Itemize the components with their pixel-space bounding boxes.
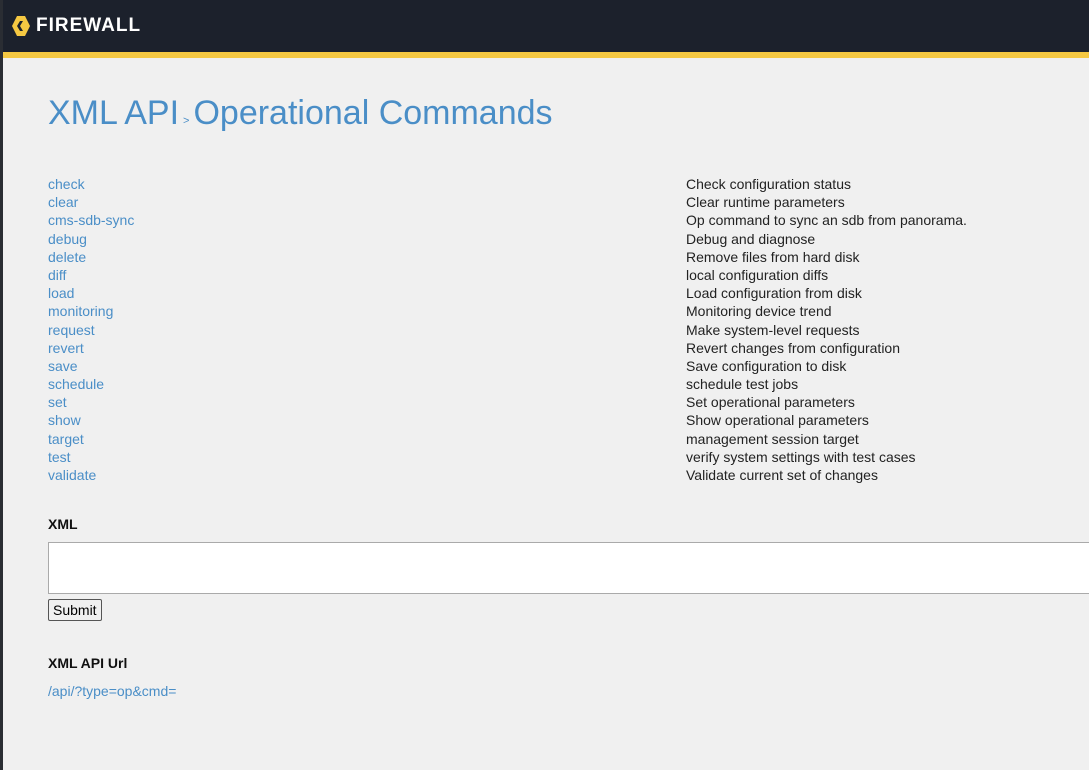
command-row: test verify system settings with test cas…: [48, 448, 1089, 466]
xml-input[interactable]: [48, 542, 1089, 595]
command-description: Remove files from hard disk: [686, 248, 860, 265]
command-description: Save configuration to disk: [686, 357, 847, 374]
command-link[interactable]: check: [48, 175, 686, 193]
command-description: Revert changes from configuration: [686, 339, 900, 356]
command-link[interactable]: set: [48, 393, 686, 411]
firewall-logo-icon: [12, 16, 30, 36]
command-row: set Set operational parameters: [48, 393, 1089, 411]
command-link[interactable]: revert: [48, 339, 686, 357]
command-link[interactable]: validate: [48, 466, 686, 484]
command-row: clear Clear runtime parameters: [48, 193, 1089, 211]
command-description: Monitoring device trend: [686, 303, 832, 320]
command-description: verify system settings with test cases: [686, 448, 916, 465]
breadcrumb-current: Operational Commands: [193, 94, 553, 132]
top-bar: FIREWALL: [3, 0, 1089, 58]
command-row: revert Revert changes from configuration: [48, 339, 1089, 357]
command-row: check Check configuration status: [48, 175, 1089, 193]
command-row: schedule schedule test jobs: [48, 375, 1089, 393]
breadcrumb-root[interactable]: XML API: [48, 94, 179, 132]
breadcrumb-separator: >: [183, 115, 190, 127]
xml-api-url-link[interactable]: /api/?type=op&cmd=: [48, 683, 1089, 699]
command-description: Check configuration status: [686, 176, 851, 192]
command-row: monitoring Monitoring device trend: [48, 302, 1089, 320]
command-link[interactable]: monitoring: [48, 302, 686, 320]
xml-label: XML: [48, 516, 78, 533]
command-row: request Make system-level requests: [48, 321, 1089, 339]
command-link[interactable]: diff: [48, 266, 686, 284]
command-row: cms-sdb-sync Op command to sync an sdb fr…: [48, 211, 1089, 229]
command-link[interactable]: clear: [48, 193, 686, 211]
command-row: validate Validate current set of changes: [48, 466, 1089, 484]
command-description: schedule test jobs: [686, 376, 799, 393]
command-row: diff local configuration diffs: [48, 266, 1089, 284]
command-row: load Load configuration from disk: [48, 284, 1089, 302]
page-title: XML API > Operational Commands: [48, 94, 1089, 133]
brand-name: FIREWALL: [36, 15, 142, 36]
command-row: save Save configuration to disk: [48, 357, 1089, 375]
command-link[interactable]: debug: [48, 230, 686, 248]
command-link[interactable]: request: [48, 321, 686, 339]
command-link[interactable]: target: [48, 430, 686, 448]
command-description: management session target: [686, 430, 859, 447]
command-description: Validate current set of changes: [686, 467, 878, 483]
command-row: debug Debug and diagnose: [48, 230, 1089, 248]
command-description: Make system-level requests: [686, 321, 860, 338]
command-description: local configuration diffs: [686, 266, 829, 283]
command-link[interactable]: save: [48, 357, 686, 375]
command-description: Set operational parameters: [686, 394, 855, 411]
command-link[interactable]: cms-sdb-sync: [48, 211, 686, 229]
command-description: Load configuration from disk: [686, 285, 862, 302]
command-list: check Check configuration status clear Clea…: [48, 175, 1089, 484]
command-row: show Show operational parameters: [48, 411, 1089, 429]
submit-button[interactable]: Submit: [48, 599, 102, 622]
command-link[interactable]: schedule: [48, 375, 686, 393]
command-link[interactable]: delete: [48, 248, 686, 266]
command-link[interactable]: test: [48, 448, 686, 466]
logo[interactable]: FIREWALL: [11, 15, 141, 37]
command-link[interactable]: load: [48, 284, 686, 302]
command-description: Clear runtime parameters: [686, 194, 845, 211]
xml-api-url-label: XML API Url: [48, 655, 128, 672]
command-link[interactable]: show: [48, 411, 686, 429]
command-row: target management session target: [48, 430, 1089, 448]
command-row: delete Remove files from hard disk: [48, 248, 1089, 266]
command-description: Op command to sync an sdb from panorama.: [686, 212, 967, 229]
command-description: Debug and diagnose: [686, 230, 816, 247]
command-description: Show operational parameters: [686, 412, 869, 429]
